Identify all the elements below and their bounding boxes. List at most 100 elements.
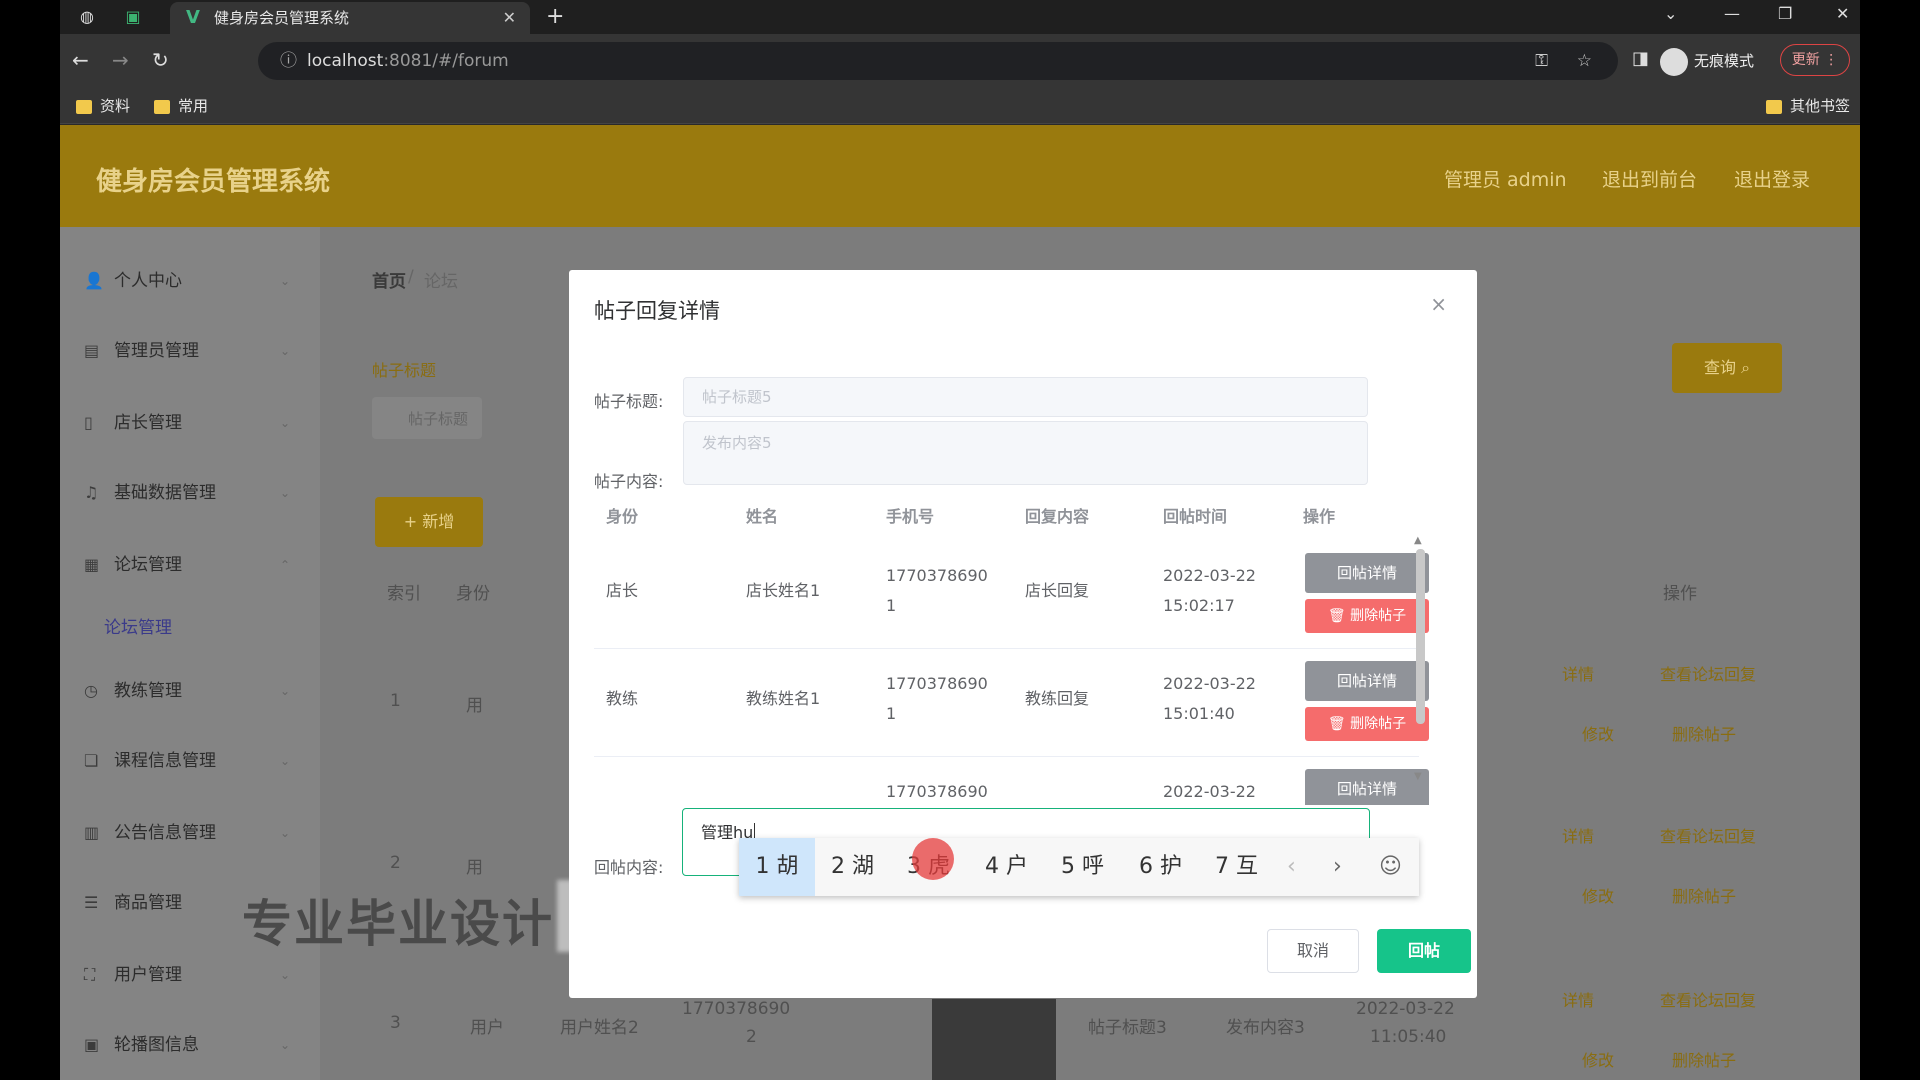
ime-candidate-6[interactable]: 6 护 [1139,838,1182,896]
cell-phone: 1770378690 [886,566,988,585]
bg-row-thumbnail [932,999,1056,1080]
restore-icon[interactable]: ❐ [1778,4,1792,23]
ime-next-icon[interactable]: › [1333,838,1342,896]
minimize-icon[interactable]: — [1724,4,1740,23]
bg-view-replies-link[interactable]: 查看论坛回复 [1660,823,1756,847]
header-frontend-link[interactable]: 退出到前台 [1602,165,1697,192]
scroll-down-icon[interactable]: ▼ [1414,771,1422,782]
bookmark-label: 常用 [178,97,209,115]
chevron-down-icon: ⌄ [279,1038,290,1052]
sidepanel-icon[interactable]: ◨ [1632,48,1649,69]
bg-row-identity: 用 [466,858,483,878]
sidebar-item-label: 公告信息管理 [114,823,216,843]
bg-edit-link[interactable]: 修改 [1582,721,1614,745]
incognito-avatar-icon [1660,47,1688,76]
sidebar-item-carousel[interactable]: ▣ 轮播图信息 ⌄ [60,1025,320,1065]
post-title-field: 帖子标题5 [683,377,1368,417]
ime-candidate-5[interactable]: 5 呼 [1061,838,1104,896]
breadcrumb-home[interactable]: 首页 [372,267,406,292]
bg-view-replies-link[interactable]: 查看论坛回复 [1660,661,1756,685]
delete-post-button[interactable]: 🗑 删除帖子 [1305,707,1429,741]
reply-detail-button[interactable]: 回帖详情 [1305,553,1429,593]
bg-row-identity: 用 [466,696,483,716]
app-title: 健身房会员管理系统 [96,167,331,197]
sidebar-item-personal[interactable]: 👤 个人中心 ⌄ [60,261,320,301]
cell-identity: 店长 [606,581,639,600]
reply-table: 身份 姓名 手机号 回复内容 回帖时间 操作 店长 店长姓名1 17703786… [594,495,1439,805]
bookmark-folder-1[interactable]: 资料 [76,96,130,116]
ime-emoji-icon[interactable]: ☺ [1379,838,1402,896]
sidebar-item-coaches[interactable]: ◷ 教练管理 ⌄ [60,671,320,711]
bg-delete-link[interactable]: 删除帖子 [1672,721,1736,745]
cell-phone: 1770378690 [886,674,988,693]
app-header: 健身房会员管理系统 管理员 admin 退出到前台 退出登录 [60,125,1860,227]
globe-icon[interactable]: ◍ [76,6,98,28]
close-icon[interactable]: × [1430,292,1447,316]
sidebar-item-courses[interactable]: ❏ 课程信息管理 ⌄ [60,741,320,781]
key-icon[interactable]: ⚿ [1535,42,1548,80]
bg-detail-link[interactable]: 详情 [1562,661,1594,685]
add-button[interactable]: + 新增 [375,497,483,547]
ime-candidate-1[interactable]: 1 胡 [739,838,815,896]
ime-candidate-7[interactable]: 7 互 [1215,838,1258,896]
ime-prev-icon[interactable]: ‹ [1287,838,1296,896]
back-icon[interactable]: ← [72,48,89,72]
incognito-label: 无痕模式 [1694,52,1755,70]
app-tab-icon[interactable]: ▣ [122,6,144,28]
tab-close-icon[interactable]: ✕ [503,2,516,34]
scroll-up-icon[interactable]: ▲ [1414,535,1422,546]
reply-detail-button[interactable]: 回帖详情 [1305,769,1429,805]
sidebar-item-managers[interactable]: ▯ 店长管理 ⌄ [60,403,320,443]
bg-delete-link[interactable]: 删除帖子 [1672,1047,1736,1071]
header-user: 管理员 admin [1444,169,1567,191]
submit-reply-button[interactable]: 回帖 [1377,929,1471,973]
url-input[interactable]: ⓘ localhost:8081/#/forum ⚿ ☆ [258,42,1618,80]
tab-bar: ◍ ▣ V 健身房会员管理系统 ✕ + ⌄ — ❐ ✕ [60,0,1860,34]
filter-input[interactable]: 帖子标题 [372,397,482,439]
dialog-title: 帖子回复详情 [594,299,720,323]
forward-icon[interactable]: → [112,48,129,72]
query-label: 查询 [1703,358,1736,377]
table-scrollbar[interactable]: ▲ ▼ [1413,535,1427,783]
bookmark-star-icon[interactable]: ☆ [1577,42,1592,80]
bg-edit-link[interactable]: 修改 [1582,883,1614,907]
sidebar-item-admins[interactable]: ▤ 管理员管理 ⌄ [60,331,320,371]
sidebar-item-forum[interactable]: ▦ 论坛管理 ⌃ [60,545,320,585]
bg-header-index: 索引 [387,584,421,604]
bg-detail-link[interactable]: 详情 [1562,823,1594,847]
sidebar-item-label: 个人中心 [114,271,182,291]
ime-candidate-4[interactable]: 4 户 [985,838,1028,896]
scrollbar-thumb[interactable] [1416,549,1425,724]
filter-placeholder: 帖子标题 [408,410,469,428]
tab-list-icon[interactable]: ⌄ [1664,4,1677,23]
ime-candidate-2[interactable]: 2 湖 [831,838,874,896]
query-button[interactable]: 查询 ⌕ [1672,343,1782,393]
delete-label: 删除帖子 [1350,608,1407,624]
address-toolbar: ← → ↻ ⓘ localhost:8081/#/forum ⚿ ☆ ◨ 无痕模式… [60,34,1860,88]
cell-phone-suffix: 1 [886,704,897,723]
other-bookmarks[interactable]: 其他书签 [1766,96,1850,116]
tab-active[interactable]: V 健身房会员管理系统 ✕ [170,2,530,34]
sidebar-item-label: 课程信息管理 [114,751,216,771]
bg-edit-link[interactable]: 修改 [1582,1047,1614,1071]
incognito-indicator[interactable]: 无痕模式 [1660,42,1754,80]
bg-detail-link[interactable]: 详情 [1562,987,1594,1011]
sidebar-item-notices[interactable]: ▥ 公告信息管理 ⌄ [60,813,320,853]
bg-delete-link[interactable]: 删除帖子 [1672,883,1736,907]
header-logout-link[interactable]: 退出登录 [1734,165,1810,192]
sidebar-item-basedata[interactable]: ♫ 基础数据管理 ⌄ [60,473,320,513]
chevron-down-icon: ⌄ [279,416,290,430]
new-tab-icon[interactable]: + [546,4,564,29]
sidebar-subitem-forum[interactable]: 论坛管理 [104,613,172,643]
sidebar-item-users[interactable]: ⛶ 用户管理 ⌄ [60,955,320,995]
bookmark-folder-2[interactable]: 常用 [154,96,208,116]
update-button[interactable]: 更新 ⋮ [1780,44,1850,76]
reload-icon[interactable]: ↻ [152,48,169,72]
delete-post-button[interactable]: 🗑 删除帖子 [1305,599,1429,633]
bg-row-phone-suffix: 2 [746,1027,757,1047]
window-close-icon[interactable]: ✕ [1836,4,1849,23]
cancel-button[interactable]: 取消 [1267,929,1359,973]
bg-view-replies-link[interactable]: 查看论坛回复 [1660,987,1756,1011]
reply-detail-button[interactable]: 回帖详情 [1305,661,1429,701]
site-info-icon[interactable]: ⓘ [280,51,297,71]
